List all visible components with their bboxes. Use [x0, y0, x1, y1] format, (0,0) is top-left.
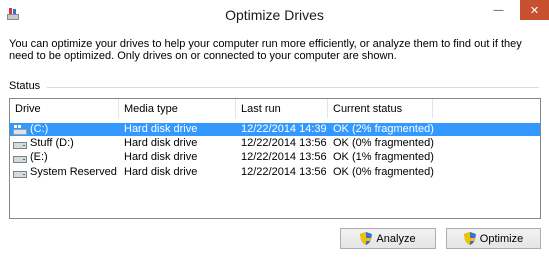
media-type: Hard disk drive: [124, 137, 198, 149]
drive-row[interactable]: (C:) Hard disk drive 12/22/2014 14:39 OK…: [10, 123, 540, 136]
drive-name: Stuff (D:): [30, 137, 74, 149]
current-status: OK (0% fragmented): [333, 166, 434, 178]
media-type: Hard disk drive: [124, 123, 198, 135]
column-header-current-status[interactable]: Current status: [328, 99, 433, 118]
last-run: 12/22/2014 13:56: [241, 137, 327, 149]
uac-shield-icon: [463, 232, 476, 245]
current-status: OK (0% fragmented): [333, 137, 434, 149]
drive-row[interactable]: System Reserved Hard disk drive 12/22/20…: [10, 166, 540, 179]
last-run: 12/22/2014 13:56: [241, 151, 327, 163]
close-button[interactable]: ✕: [520, 0, 549, 20]
column-header-media-type[interactable]: Media type: [119, 99, 236, 118]
media-type: Hard disk drive: [124, 166, 198, 178]
intro-text: You can optimize your drives to help you…: [9, 38, 522, 62]
column-header-last-run[interactable]: Last run: [236, 99, 328, 118]
analyze-label: Analyze: [376, 232, 416, 245]
title-bar: Optimize Drives — ✕: [0, 0, 549, 30]
drives-list[interactable]: Drive Media type Last run Current status…: [9, 98, 541, 219]
drive-name: System Reserved: [30, 166, 117, 178]
drive-name: (E:): [30, 151, 48, 163]
column-header-drive[interactable]: Drive: [10, 99, 119, 118]
drive-name: (C:): [30, 123, 49, 135]
list-header: Drive Media type Last run Current status: [10, 99, 540, 118]
optimize-button[interactable]: Optimize: [446, 228, 541, 249]
current-status: OK (2% fragmented): [333, 123, 434, 135]
drive-row[interactable]: (E:) Hard disk drive 12/22/2014 13:56 OK…: [10, 151, 540, 164]
minimize-button[interactable]: —: [485, 0, 512, 20]
minimize-icon: —: [493, 4, 504, 16]
uac-shield-icon: [360, 232, 373, 245]
drive-row[interactable]: Stuff (D:) Hard disk drive 12/22/2014 13…: [10, 137, 540, 150]
analyze-button[interactable]: Analyze: [340, 228, 436, 249]
window-title: Optimize Drives: [225, 7, 324, 23]
status-divider: [47, 87, 539, 88]
close-icon: ✕: [529, 4, 540, 17]
optimize-label: Optimize: [479, 232, 524, 245]
status-group-label: Status: [9, 80, 41, 92]
last-run: 12/22/2014 13:56: [241, 166, 327, 178]
media-type: Hard disk drive: [124, 151, 198, 163]
last-run: 12/22/2014 14:39: [241, 123, 327, 135]
current-status: OK (1% fragmented): [333, 151, 434, 163]
